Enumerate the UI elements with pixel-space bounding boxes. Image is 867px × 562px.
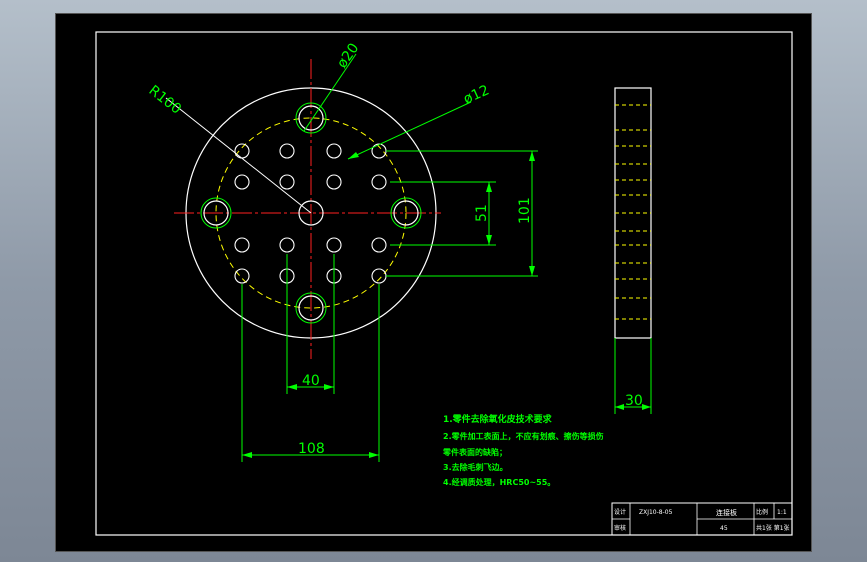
dim-dia20: ø20 <box>334 40 362 71</box>
cad-viewport[interactable]: R100 ø20 ø12 51 101 40 108 30 1.零件去除氧化皮技… <box>55 13 812 552</box>
dim-101: 101 <box>517 197 533 224</box>
front-view: R100 ø20 ø12 51 101 40 108 <box>146 40 538 462</box>
title-drawing-no: ZXJ10-8-05 <box>639 509 673 516</box>
dim-40: 40 <box>302 373 320 389</box>
dim-r100: R100 <box>146 83 185 118</box>
requirement-line-1: 1.零件去除氧化皮技术要求 <box>443 413 553 425</box>
dim-dia12: ø12 <box>461 82 492 107</box>
title-part-name: 连接板 <box>716 508 737 517</box>
title-sheet: 共1张 第1张 <box>756 524 790 532</box>
title-scale-label: 比例 <box>756 508 768 516</box>
dim-30: 30 <box>625 393 643 409</box>
title-block: 设计 审核 ZXJ10-8-05 连接板 45 比例 1:1 共1张 第1张 <box>611 502 793 536</box>
dim-51: 51 <box>474 204 490 222</box>
requirement-line-2: 2.零件加工表面上，不应有划痕、擦伤等损伤 <box>443 431 604 441</box>
title-scale: 1:1 <box>777 509 787 516</box>
drawing-border <box>95 31 793 536</box>
cad-drawing-canvas[interactable]: R100 ø20 ø12 51 101 40 108 30 1.零件去除氧化皮技… <box>56 14 811 551</box>
requirement-line-4: 3.去除毛刺飞边。 <box>443 462 508 472</box>
requirement-line-5: 4.经调质处理，HRC50~55。 <box>443 477 555 487</box>
requirement-line-3: 零件表面的缺陷； <box>442 447 507 458</box>
side-view: 30 <box>614 87 652 414</box>
title-label-check: 审核 <box>614 524 626 532</box>
title-material: 45 <box>720 525 728 532</box>
technical-requirements: 1.零件去除氧化皮技术要求 2.零件加工表面上，不应有划痕、擦伤等损伤 零件表面… <box>442 413 604 487</box>
dia12-leader <box>347 101 472 160</box>
dim-108: 108 <box>298 441 325 457</box>
title-label-design: 设计 <box>614 508 626 516</box>
